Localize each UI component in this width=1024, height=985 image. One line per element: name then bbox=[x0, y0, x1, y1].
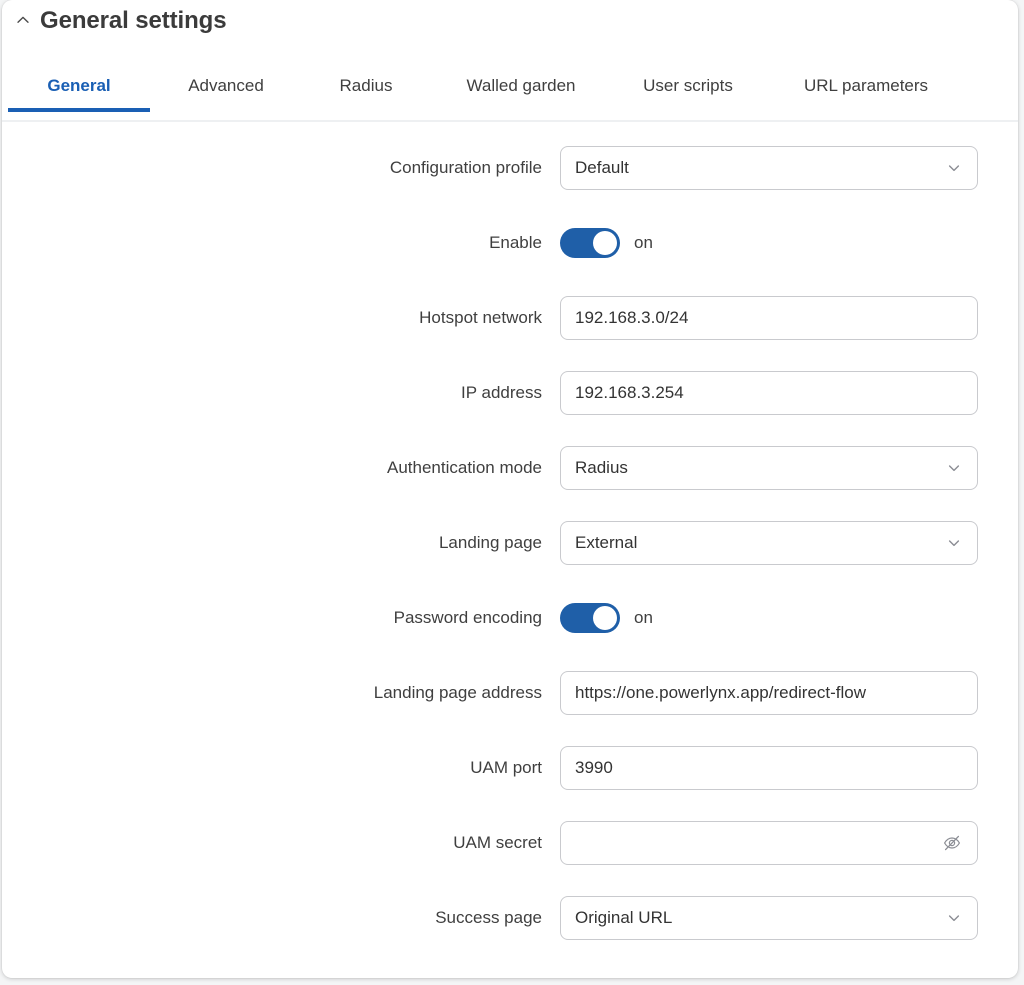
tabbar-divider bbox=[2, 120, 1018, 122]
field-control: Original URL bbox=[560, 896, 978, 940]
field-label: UAM port bbox=[2, 758, 560, 778]
field-control: Radius bbox=[560, 446, 978, 490]
field-value: 3990 bbox=[575, 758, 963, 778]
form-row-uam-secret: UAM secret bbox=[2, 805, 1018, 880]
field-label: Success page bbox=[2, 908, 560, 928]
field-value: 192.168.3.0/24 bbox=[575, 308, 963, 328]
form-row-configuration-profile: Configuration profile Default bbox=[2, 130, 1018, 205]
chevron-down-icon[interactable] bbox=[945, 534, 963, 552]
tab-label: Walled garden bbox=[467, 76, 576, 95]
configuration-profile-select[interactable]: Default bbox=[560, 146, 978, 190]
field-value: https://one.powerlynx.app/redirect-flow bbox=[575, 683, 963, 703]
password-encoding-toggle[interactable] bbox=[560, 603, 620, 633]
form-row-success-page: Success page Original URL bbox=[2, 880, 1018, 955]
toggle-knob bbox=[593, 606, 617, 630]
field-value: External bbox=[575, 533, 939, 553]
form-row-landing-page-address: Landing page address https://one.powerlyn… bbox=[2, 655, 1018, 730]
tab-url-parameters[interactable]: URL parameters bbox=[764, 66, 968, 112]
field-label: Authentication mode bbox=[2, 458, 560, 478]
field-label: UAM secret bbox=[2, 833, 560, 853]
field-label: Configuration profile bbox=[2, 158, 560, 178]
field-label: Landing page bbox=[2, 533, 560, 553]
chevron-up-icon[interactable] bbox=[12, 5, 34, 35]
card-header: General settings bbox=[2, 0, 1018, 56]
tab-advanced[interactable]: Advanced bbox=[150, 66, 302, 112]
uam-port-input[interactable]: 3990 bbox=[560, 746, 978, 790]
field-control: External bbox=[560, 521, 978, 565]
field-control: https://one.powerlynx.app/redirect-flow bbox=[560, 671, 978, 715]
toggle-wrapper: on bbox=[560, 603, 653, 633]
field-label: Password encoding bbox=[2, 608, 560, 628]
eye-off-icon[interactable] bbox=[941, 832, 963, 854]
form-row-uam-port: UAM port 3990 bbox=[2, 730, 1018, 805]
screen: General settings General Advanced Radius Wa… bbox=[0, 0, 1024, 985]
field-control: 192.168.3.0/24 bbox=[560, 296, 978, 340]
field-control: 3990 bbox=[560, 746, 978, 790]
field-label: IP address bbox=[2, 383, 560, 403]
toggle-wrapper: on bbox=[560, 228, 653, 258]
toggle-state-label: on bbox=[634, 233, 653, 253]
field-control: on bbox=[560, 228, 653, 258]
tab-general[interactable]: General bbox=[8, 66, 150, 112]
tab-label: Radius bbox=[340, 76, 393, 95]
form-row-password-encoding: Password encoding on bbox=[2, 580, 1018, 655]
uam-secret-input[interactable] bbox=[560, 821, 978, 865]
form-row-ip-address: IP address 192.168.3.254 bbox=[2, 355, 1018, 430]
tab-radius[interactable]: Radius bbox=[302, 66, 430, 112]
chevron-down-icon[interactable] bbox=[945, 909, 963, 927]
ip-address-input[interactable]: 192.168.3.254 bbox=[560, 371, 978, 415]
tab-walled-garden[interactable]: Walled garden bbox=[430, 66, 612, 112]
tab-user-scripts[interactable]: User scripts bbox=[612, 66, 764, 112]
field-value: Default bbox=[575, 158, 939, 178]
tab-label: URL parameters bbox=[804, 76, 928, 95]
field-control: 192.168.3.254 bbox=[560, 371, 978, 415]
tab-active-underline bbox=[764, 108, 968, 112]
field-label: Landing page address bbox=[2, 683, 560, 703]
page-title: General settings bbox=[40, 5, 226, 37]
field-control bbox=[560, 821, 978, 865]
settings-form: Configuration profile Default Enable on Hots… bbox=[2, 130, 1018, 955]
tab-active-underline bbox=[612, 108, 764, 112]
toggle-state-label: on bbox=[634, 608, 653, 628]
toggle-knob bbox=[593, 231, 617, 255]
tab-active-underline bbox=[150, 108, 302, 112]
field-value: Radius bbox=[575, 458, 939, 478]
landing-page-select[interactable]: External bbox=[560, 521, 978, 565]
tab-list: General Advanced Radius Walled garden User s… bbox=[2, 66, 1018, 120]
form-row-landing-page: Landing page External bbox=[2, 505, 1018, 580]
hotspot-network-input[interactable]: 192.168.3.0/24 bbox=[560, 296, 978, 340]
chevron-down-icon[interactable] bbox=[945, 159, 963, 177]
tab-label: Advanced bbox=[188, 76, 264, 95]
field-control: on bbox=[560, 603, 653, 633]
chevron-down-icon[interactable] bbox=[945, 459, 963, 477]
authentication-mode-select[interactable]: Radius bbox=[560, 446, 978, 490]
tab-active-underline bbox=[430, 108, 612, 112]
enable-toggle[interactable] bbox=[560, 228, 620, 258]
tab-label: General bbox=[47, 76, 110, 95]
field-control: Default bbox=[560, 146, 978, 190]
form-row-enable: Enable on bbox=[2, 205, 1018, 280]
tab-label: User scripts bbox=[643, 76, 733, 95]
field-value: Original URL bbox=[575, 908, 939, 928]
tab-active-underline bbox=[302, 108, 430, 112]
form-row-hotspot-network: Hotspot network 192.168.3.0/24 bbox=[2, 280, 1018, 355]
field-label: Enable bbox=[2, 233, 560, 253]
tab-bar: General Advanced Radius Walled garden User s… bbox=[2, 66, 1018, 122]
general-settings-card: General settings General Advanced Radius Wa… bbox=[2, 0, 1018, 978]
form-row-authentication-mode: Authentication mode Radius bbox=[2, 430, 1018, 505]
landing-page-address-input[interactable]: https://one.powerlynx.app/redirect-flow bbox=[560, 671, 978, 715]
success-page-select[interactable]: Original URL bbox=[560, 896, 978, 940]
field-value: 192.168.3.254 bbox=[575, 383, 963, 403]
field-label: Hotspot network bbox=[2, 308, 560, 328]
tab-active-underline bbox=[8, 108, 150, 112]
